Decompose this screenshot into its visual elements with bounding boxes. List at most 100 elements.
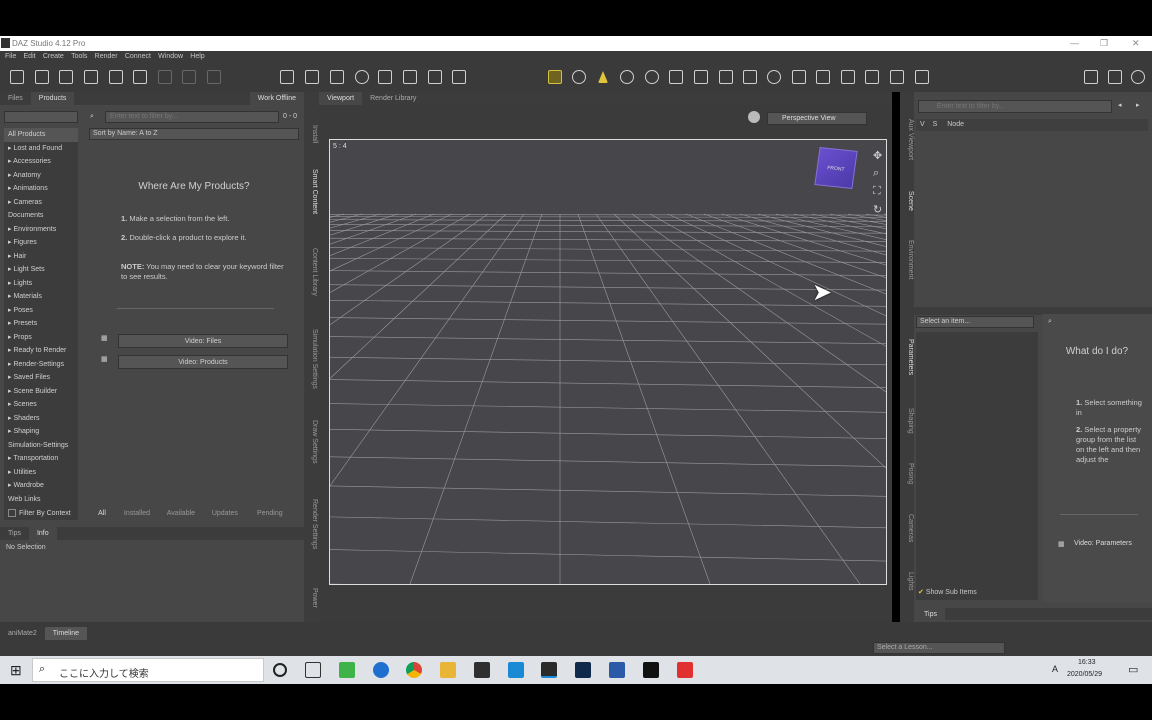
rotate-tool-icon[interactable] xyxy=(620,70,634,84)
filter-tab-pending[interactable]: Pending xyxy=(248,507,292,520)
category-item[interactable]: Simulation-Settings xyxy=(4,439,78,453)
show-sub-items[interactable]: ✔ Show Sub Items xyxy=(916,587,1038,599)
home-icon[interactable] xyxy=(1084,70,1098,84)
merge-icon[interactable] xyxy=(59,70,73,84)
category-item[interactable]: ▸ Saved Files xyxy=(4,371,78,385)
sort-dropdown[interactable]: Sort by Name: A to Z xyxy=(89,128,299,140)
tab-parameters[interactable]: Parameters xyxy=(901,332,914,382)
category-item[interactable]: ▸ Cameras xyxy=(4,196,78,210)
windows-start-icon[interactable]: ⊞ xyxy=(10,662,22,679)
save-icon[interactable] xyxy=(84,70,98,84)
category-item[interactable]: ▸ Anatomy xyxy=(4,169,78,183)
tab-tips[interactable]: Tips xyxy=(0,527,29,540)
tab-timeline[interactable]: Timeline xyxy=(44,627,87,640)
category-item[interactable]: Documents xyxy=(4,209,78,223)
chrome-icon[interactable] xyxy=(406,662,422,678)
translate-tool-icon[interactable] xyxy=(669,70,683,84)
viewport[interactable]: 5 : 4 FRONT xyxy=(329,139,887,585)
menu-tools[interactable]: Tools xyxy=(71,51,87,62)
surface-tool-icon[interactable] xyxy=(767,70,781,84)
edit-tool-icon[interactable] xyxy=(865,70,879,84)
scene-search-input[interactable]: Enter text to filter by... xyxy=(918,100,1112,113)
category-item[interactable]: ▸ Environments xyxy=(4,223,78,237)
tab-tips[interactable]: Tips xyxy=(916,608,945,621)
category-item[interactable]: ▸ Lights xyxy=(4,277,78,291)
ime-indicator[interactable]: A xyxy=(1052,664,1058,674)
help-icon[interactable] xyxy=(1131,70,1145,84)
pan-icon[interactable]: ✥ xyxy=(873,149,882,162)
refresh-icon[interactable] xyxy=(207,70,221,84)
tab-smart-content[interactable]: Smart Content xyxy=(305,162,318,222)
surface-selection-icon[interactable] xyxy=(403,70,417,84)
tab-lights[interactable]: Lights xyxy=(901,566,914,596)
store-icon[interactable] xyxy=(474,662,490,678)
video-products-button[interactable]: Video: Products xyxy=(118,355,288,369)
menu-edit[interactable]: Edit xyxy=(24,51,36,62)
tab-install[interactable]: Install xyxy=(305,114,318,154)
video-parameters-button[interactable]: Video: Parameters xyxy=(1074,540,1138,547)
tab-content-library[interactable]: Content Library xyxy=(305,238,318,306)
import-icon[interactable] xyxy=(133,70,147,84)
category-item[interactable]: ▸ Props xyxy=(4,331,78,345)
view-select-dropdown[interactable]: Perspective View xyxy=(767,112,867,125)
category-item[interactable]: ▸ Accessories xyxy=(4,155,78,169)
tab-cameras[interactable]: Cameras xyxy=(901,508,914,548)
file-explorer-icon[interactable] xyxy=(440,662,456,678)
tab-render-settings[interactable]: Render Settings xyxy=(305,492,318,556)
category-item[interactable]: ▸ Shaping xyxy=(4,425,78,439)
geometry-editor-icon[interactable] xyxy=(330,70,344,84)
cursor-tool-icon[interactable] xyxy=(598,71,608,83)
zoom-icon[interactable]: ⌕ xyxy=(873,167,879,180)
app-blue-icon[interactable] xyxy=(609,662,625,678)
morph-tool-icon[interactable] xyxy=(719,70,733,84)
daz-studio-taskbar-icon[interactable] xyxy=(541,662,557,678)
scene-tool-icon[interactable] xyxy=(816,70,830,84)
search-input[interactable]: Enter text to filter by... xyxy=(105,111,279,123)
category-item[interactable]: ▸ Light Sets xyxy=(4,263,78,277)
category-item[interactable]: ▸ Poses xyxy=(4,304,78,318)
whats-this-icon[interactable] xyxy=(1108,70,1122,84)
photoshop-icon[interactable] xyxy=(575,662,591,678)
app-green-icon[interactable] xyxy=(339,662,355,678)
mail-icon[interactable] xyxy=(508,662,524,678)
open-folder-icon[interactable] xyxy=(35,70,49,84)
render-icon[interactable] xyxy=(915,70,929,84)
filter-tab-all[interactable]: All xyxy=(90,507,114,520)
category-item[interactable]: ▸ Transportation xyxy=(4,452,78,466)
tab-shaping[interactable]: Shaping xyxy=(901,402,914,440)
minimize-button[interactable]: — xyxy=(1070,38,1079,48)
universal-tool-icon[interactable] xyxy=(572,70,586,84)
scale-tool-icon[interactable] xyxy=(694,70,708,84)
category-dropdown[interactable] xyxy=(4,111,78,123)
tab-viewport[interactable]: Viewport xyxy=(319,92,363,105)
app-red-icon[interactable] xyxy=(677,662,693,678)
pose-tool-icon[interactable] xyxy=(548,70,562,84)
twist-tool-icon[interactable] xyxy=(645,70,659,84)
render-preview-icon[interactable] xyxy=(748,111,760,123)
category-item[interactable]: ▸ Utilities xyxy=(4,466,78,480)
taskbar-search[interactable]: ⌕ ここに入力して検索 xyxy=(32,658,264,682)
lesson-dropdown[interactable]: Select a Lesson... xyxy=(873,642,1005,654)
category-item[interactable]: All Products xyxy=(4,128,78,142)
tab-scene[interactable]: Scene xyxy=(901,186,914,216)
close-button[interactable]: ✕ xyxy=(1132,38,1140,49)
video-files-button[interactable]: Video: Files xyxy=(118,334,288,348)
tab-posing[interactable]: Posing xyxy=(901,458,914,490)
category-item[interactable]: ▸ Wardrobe xyxy=(4,479,78,493)
work-offline-button[interactable]: Work Offline xyxy=(249,92,304,105)
list-icon[interactable] xyxy=(452,70,466,84)
active-pose-icon[interactable] xyxy=(743,70,757,84)
tab-products[interactable]: Products xyxy=(30,92,75,105)
menu-render[interactable]: Render xyxy=(95,51,118,62)
view-cube[interactable]: FRONT xyxy=(814,147,858,189)
tab-environment[interactable]: Environment xyxy=(901,232,914,288)
property-group-dropdown[interactable]: Select an item... xyxy=(916,316,1034,328)
menu-window[interactable]: Window xyxy=(158,51,183,62)
edge-icon[interactable] xyxy=(373,662,389,678)
region-nav-icon[interactable] xyxy=(355,70,369,84)
cortana-icon[interactable] xyxy=(273,663,287,677)
maximize-button[interactable]: ❐ xyxy=(1100,38,1108,49)
frame-icon[interactable]: ⛶ xyxy=(873,185,881,198)
figure-icon[interactable] xyxy=(792,70,806,84)
tab-simulation-settings[interactable]: Simulation Settings xyxy=(305,320,318,398)
